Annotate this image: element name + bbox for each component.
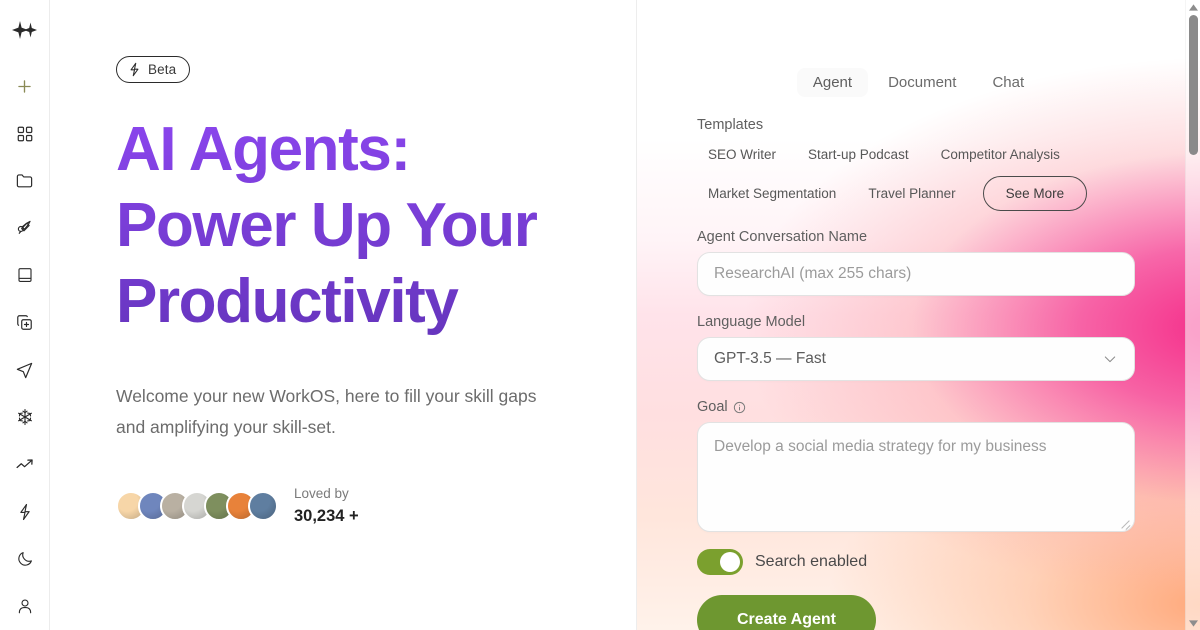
template-chips-row-2: Market Segmentation Travel Planner See Mor… [697, 176, 1140, 211]
sidebar-item-theme[interactable] [0, 535, 50, 582]
page-title: AI Agents: Power Up Your Productivity [116, 112, 586, 340]
search-toggle-row: Search enabled [697, 549, 1140, 575]
template-chip[interactable]: Travel Planner [857, 178, 966, 209]
language-model-select[interactable]: GPT-3.5 — Fast [697, 337, 1135, 381]
agent-form-panel: Agent Document Chat Templates SEO Writer St… [637, 0, 1200, 630]
loved-by-count: 30,234 + [294, 507, 359, 525]
template-chip[interactable]: Competitor Analysis [930, 139, 1071, 170]
panel-content: Agent Document Chat Templates SEO Writer St… [637, 0, 1200, 630]
template-chip[interactable]: SEO Writer [697, 139, 787, 170]
trending-up-icon [15, 458, 33, 468]
search-toggle-label: Search enabled [755, 553, 868, 570]
sidebar-item-dashboard[interactable] [0, 110, 50, 157]
plus-icon [18, 80, 31, 93]
chevron-down-icon [1102, 351, 1118, 367]
avatar [248, 491, 278, 521]
book-icon [17, 268, 32, 283]
pen-tool-icon [17, 220, 31, 234]
tab-chat[interactable]: Chat [976, 68, 1040, 97]
lightning-bolt-icon [130, 62, 139, 77]
info-circle-icon[interactable] [733, 401, 746, 414]
conversation-name-input[interactable]: ResearchAI (max 255 chars) [697, 252, 1135, 296]
app-root: Beta AI Agents: Power Up Your Productivi… [0, 0, 1200, 630]
title-line-3: Productivity [116, 267, 458, 336]
title-line-1: AI Agents: [116, 115, 410, 184]
scrollbar-up-arrow[interactable] [1186, 0, 1200, 14]
user-icon [18, 599, 31, 614]
textarea-resize-handle[interactable] [1119, 516, 1131, 528]
copy-plus-icon [17, 315, 32, 331]
template-chips-row-1: SEO Writer Start-up Podcast Competitor Ana… [697, 139, 1140, 170]
conversation-name-placeholder: ResearchAI (max 255 chars) [714, 265, 912, 282]
create-agent-button[interactable]: Create Agent [697, 595, 876, 630]
sidebar-item-send[interactable] [0, 346, 50, 393]
goal-textarea[interactable]: Develop a social media strategy for my b… [697, 422, 1135, 532]
sidebar-item-account[interactable] [0, 583, 50, 630]
snowflake-icon [17, 409, 32, 426]
send-icon [16, 362, 33, 378]
sidebar-item-analytics[interactable] [0, 441, 50, 488]
left-sidebar [0, 0, 50, 630]
panel-tabs: Agent Document Chat [697, 0, 1140, 97]
goal-placeholder: Develop a social media strategy for my b… [714, 438, 1047, 455]
sidebar-item-new[interactable] [0, 63, 50, 110]
app-logo[interactable] [0, 14, 50, 47]
template-chip[interactable]: Start-up Podcast [797, 139, 920, 170]
sidebar-item-automations[interactable] [0, 488, 50, 535]
hero-subtitle: Welcome your new WorkOS, here to fill yo… [116, 386, 537, 437]
social-proof-text: Loved by 30,234 + [294, 485, 359, 527]
scrollbar-down-arrow[interactable] [1186, 616, 1200, 630]
language-model-value: GPT-3.5 — Fast [714, 350, 826, 367]
sidebar-item-design[interactable] [0, 205, 50, 252]
zap-icon [19, 503, 30, 520]
see-more-button[interactable]: See More [982, 176, 1088, 211]
conversation-name-label: Agent Conversation Name [697, 229, 1140, 245]
loved-by-label: Loved by [294, 486, 349, 501]
sidebar-item-duplicate[interactable] [0, 299, 50, 346]
goal-label-text: Goal [697, 399, 728, 415]
tab-agent[interactable]: Agent [796, 68, 869, 97]
folder-icon [16, 174, 33, 188]
hero-section: Beta AI Agents: Power Up Your Productivi… [50, 0, 637, 630]
title-line-2: Power Up Your [116, 191, 537, 260]
sidebar-item-files[interactable] [0, 157, 50, 204]
sparkles-icon [11, 21, 37, 40]
search-enabled-toggle[interactable] [697, 549, 743, 575]
moon-icon [17, 552, 32, 566]
language-model-label-text: Language Model [697, 314, 806, 330]
scrollbar-thumb[interactable] [1189, 15, 1198, 155]
grid-icon [17, 126, 32, 142]
sidebar-item-library[interactable] [0, 252, 50, 299]
conversation-name-label-text: Agent Conversation Name [697, 229, 868, 245]
beta-badge-label: Beta [148, 62, 177, 77]
beta-badge[interactable]: Beta [116, 56, 191, 83]
tab-document[interactable]: Document [872, 68, 972, 97]
goal-label: Goal [697, 399, 1140, 415]
language-model-label: Language Model [697, 314, 1140, 330]
social-proof: Loved by 30,234 + [116, 485, 636, 527]
avatar-group [116, 491, 278, 521]
sidebar-item-freeze[interactable] [0, 394, 50, 441]
page-scrollbar[interactable] [1185, 0, 1200, 630]
templates-label: Templates [697, 117, 764, 133]
template-chip[interactable]: Market Segmentation [697, 178, 847, 209]
toggle-knob [720, 552, 740, 572]
